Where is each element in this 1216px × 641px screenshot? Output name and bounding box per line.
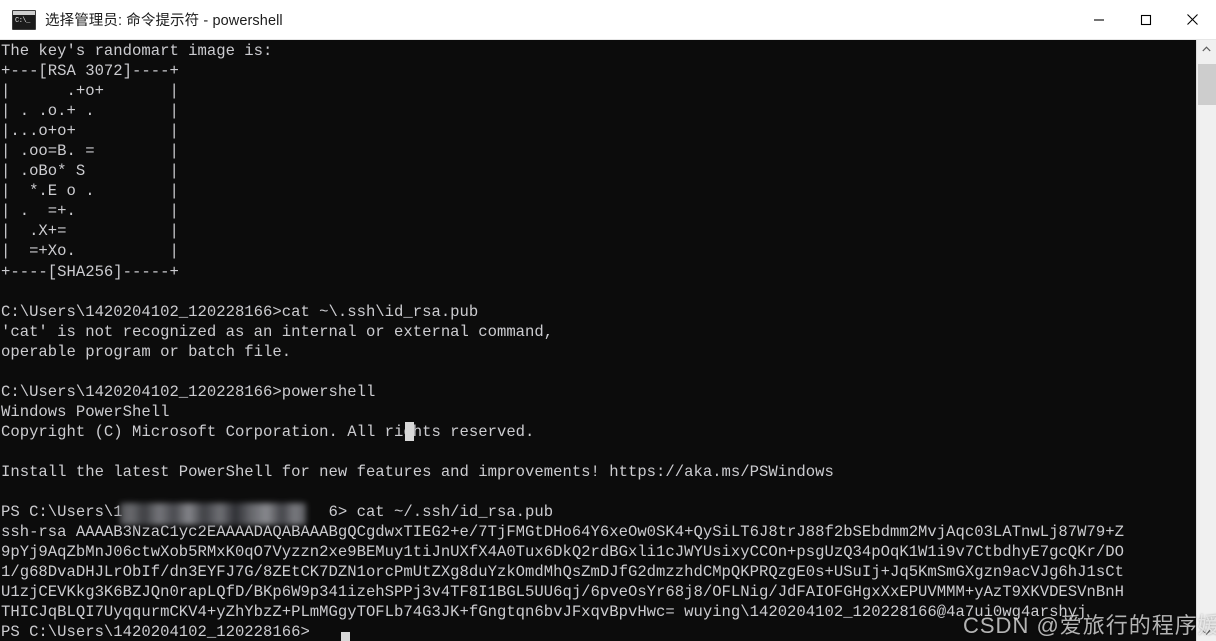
maximize-button[interactable]: [1122, 0, 1169, 39]
terminal-text: The key's randomart image is: +---[RSA 3…: [1, 42, 1124, 641]
scrollbar-thumb[interactable]: [1198, 64, 1216, 105]
close-button[interactable]: [1169, 0, 1216, 39]
window-title: 选择管理员: 命令提示符 - powershell: [45, 13, 283, 29]
minimize-icon: [1093, 18, 1104, 21]
window-title-bar[interactable]: C:\_ 选择管理员: 命令提示符 - powershell: [0, 0, 1216, 40]
scroll-up-arrow-icon[interactable]: [1197, 40, 1216, 58]
scroll-down-arrow-icon[interactable]: [1197, 623, 1216, 641]
maximize-icon: [1140, 14, 1151, 25]
cmd-icon: C:\_: [12, 9, 36, 30]
console-window: C:\_ 选择管理员: 命令提示符 - powershell The key's…: [0, 0, 1216, 641]
terminal-output-area[interactable]: The key's randomart image is: +---[RSA 3…: [0, 40, 1196, 641]
close-icon: [1187, 14, 1198, 25]
vertical-scrollbar[interactable]: [1196, 40, 1216, 641]
cmd-icon-prompt-glyph: C:\_: [15, 16, 30, 25]
minimize-button[interactable]: [1075, 0, 1122, 39]
